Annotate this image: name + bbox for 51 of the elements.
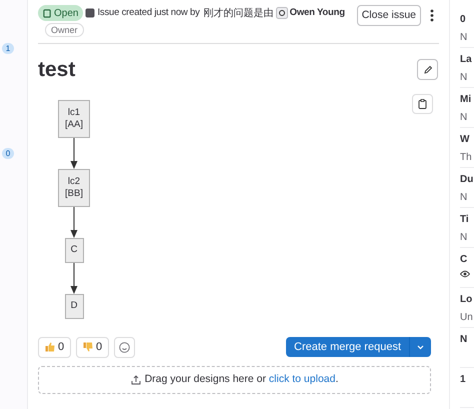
sidebar-heading: Ti — [460, 213, 470, 227]
thumbs-up-button[interactable]: 0 — [38, 336, 71, 358]
sidebar-value: N — [460, 191, 468, 205]
role-badge: Owner — [45, 23, 84, 37]
pencil-icon — [422, 64, 432, 75]
sidebar-value: N — [460, 111, 468, 125]
upload-dropzone[interactable]: Drag your designs here or click to upload. — [38, 366, 431, 394]
arrow-connector — [70, 206, 78, 238]
sidebar-heading: C — [460, 253, 468, 267]
sidebar-heading: Mi — [460, 93, 472, 107]
copy-button[interactable] — [412, 94, 433, 114]
sidebar-value: N — [460, 231, 468, 245]
arrow-connector — [70, 262, 78, 294]
diagram-node: lc1 [AA] — [58, 100, 90, 138]
kebab-menu-icon[interactable] — [430, 9, 434, 22]
thumbs-down-button[interactable]: 0 — [76, 336, 109, 358]
smiley-icon — [119, 342, 130, 352]
diagram-node: D — [64, 294, 84, 318]
diagram-node: lc2 [BB] — [58, 168, 90, 206]
sidebar-heading: Du — [460, 173, 474, 187]
issue-title: test — [38, 57, 76, 83]
count-badge: 1 — [2, 43, 14, 54]
sidebar-heading: Lo — [460, 293, 474, 307]
sidebar-heading: W — [460, 133, 470, 147]
sidebar-heading: 0 — [460, 13, 467, 27]
upload-link[interactable]: click to upload — [268, 372, 336, 385]
sidebar-value: Un — [460, 311, 474, 325]
clipboard-icon — [418, 98, 427, 108]
author-name[interactable]: Owen Young — [290, 6, 345, 20]
thumbs-up-icon — [44, 342, 55, 352]
chevron-down-icon — [417, 344, 424, 350]
thumbs-down-icon — [82, 342, 93, 352]
count-badge: 0 — [2, 148, 14, 159]
created-text: Issue created just now by — [97, 6, 200, 20]
upload-icon — [130, 374, 141, 384]
emoji-button[interactable] — [114, 336, 135, 358]
arrow-connector — [70, 138, 78, 168]
diagram-node: C — [64, 238, 84, 262]
close-issue-button[interactable]: Close issue — [356, 5, 421, 26]
author-chinese: 刚才的问题是由 — [204, 6, 274, 20]
sidebar-value: N — [460, 71, 468, 85]
sidebar-value: N — [460, 31, 468, 45]
sidebar-heading: 1 — [460, 373, 467, 387]
sidebar-value: Th — [460, 151, 473, 165]
sidebar-heading: La — [460, 53, 473, 67]
status-badge: Open — [38, 5, 84, 21]
edit-button[interactable] — [417, 59, 438, 80]
dropzone-text: Drag your designs here or click to upload. — [144, 372, 338, 387]
avatar-icon — [276, 7, 288, 19]
eye-icon — [460, 270, 470, 278]
sidebar-heading: N — [460, 333, 468, 347]
